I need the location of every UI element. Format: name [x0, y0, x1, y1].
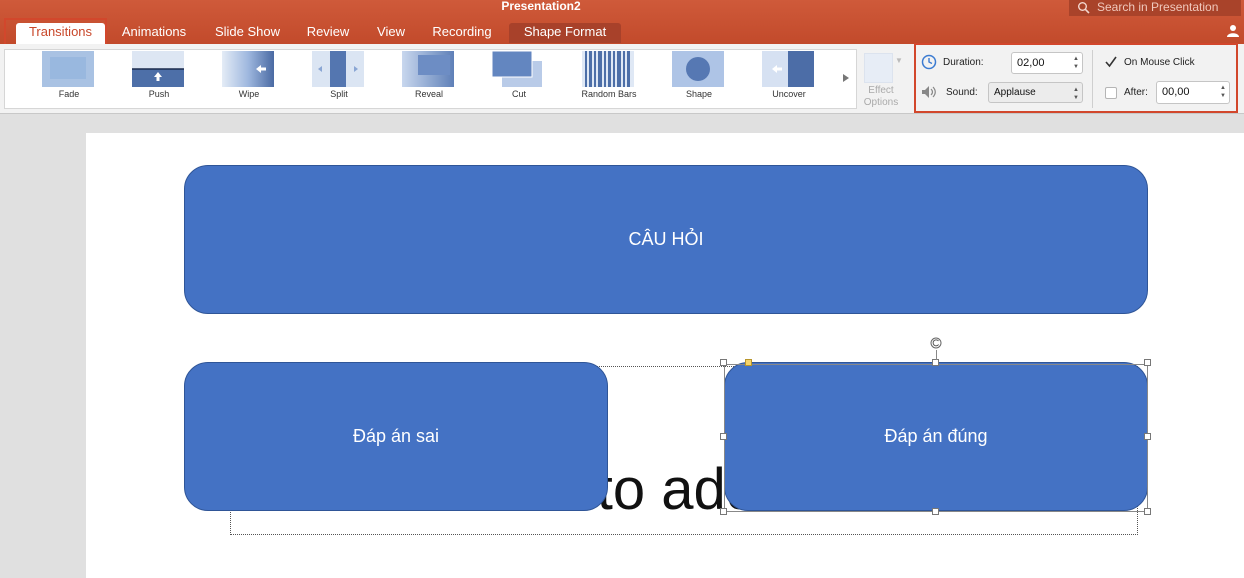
uncover-thumbnail [762, 51, 814, 87]
transition-label: Split [330, 89, 348, 99]
resize-handle[interactable] [1144, 508, 1151, 515]
tab-slide-show[interactable]: Slide Show [205, 23, 290, 43]
after-value: 00,00 [1162, 86, 1190, 98]
resize-handle[interactable] [1144, 359, 1151, 366]
on-mouse-click-label: On Mouse Click [1124, 57, 1195, 68]
transition-reveal[interactable]: Reveal [394, 51, 464, 107]
adjust-handle[interactable] [745, 359, 752, 366]
duration-label: Duration: [943, 57, 984, 68]
right-answer-text: Đáp án đúng [884, 426, 988, 446]
user-icon[interactable] [1227, 24, 1239, 38]
transition-random-bars[interactable]: Random Bars [574, 51, 644, 107]
wipe-thumbnail [222, 51, 274, 87]
wrong-answer-text: Đáp án sai [352, 426, 440, 446]
on-mouse-click-checkbox[interactable] [1104, 55, 1118, 69]
rotate-handle-stem [936, 350, 937, 360]
resize-handle[interactable] [720, 508, 727, 515]
sound-label: Sound: [946, 87, 978, 98]
transition-label: Uncover [772, 89, 806, 99]
effect-options-line2: Options [863, 97, 899, 108]
search-input[interactable]: Search in Presentation [1069, 0, 1241, 16]
resize-handle[interactable] [932, 359, 939, 366]
rotate-handle-icon[interactable] [929, 336, 943, 350]
transition-label: Fade [58, 89, 80, 99]
after-stepper-icon[interactable]: ▲ ▼ [1220, 84, 1226, 100]
transition-label: Push [148, 89, 170, 99]
resize-handle[interactable] [932, 508, 939, 515]
tab-review[interactable]: Review [298, 23, 358, 43]
tab-shape-format[interactable]: Shape Format [509, 23, 621, 43]
transition-shape[interactable]: Shape [664, 51, 734, 107]
after-checkbox[interactable] [1105, 87, 1117, 99]
sound-select[interactable]: Applause ▲ ▼ [988, 82, 1083, 103]
after-label: After: [1124, 87, 1148, 98]
effect-options-line1: Effect [868, 85, 894, 96]
split-thumbnail [312, 51, 364, 87]
transition-wipe[interactable]: Wipe [214, 51, 284, 107]
clock-icon [921, 54, 937, 70]
wrong-answer-shape[interactable]: Đáp án sai [184, 362, 608, 511]
transition-label: Random Bars [581, 89, 637, 99]
effect-options-button[interactable]: ▼ Effect Options [858, 50, 904, 110]
sound-value: Applause [994, 87, 1036, 98]
speaker-icon [920, 84, 938, 100]
reveal-thumbnail [402, 51, 454, 87]
transition-label: Cut [511, 89, 526, 99]
tab-animations[interactable]: Animations [114, 23, 194, 43]
resize-handle[interactable] [720, 359, 727, 366]
timing-divider [1092, 50, 1093, 108]
resize-handle[interactable] [1144, 433, 1151, 440]
transition-cut[interactable]: Cut [484, 50, 554, 107]
resize-handle[interactable] [720, 433, 727, 440]
tab-recording[interactable]: Recording [423, 23, 501, 43]
fade-thumbnail [42, 51, 94, 87]
transition-label: Wipe [238, 89, 260, 99]
transition-label: Reveal [414, 89, 443, 99]
duration-stepper-icon[interactable]: ▲ ▼ [1073, 55, 1079, 71]
effect-options-label: Effect Options [858, 85, 904, 109]
chevron-down-icon: ▼ [895, 56, 903, 65]
sound-chevron-icon: ▲ ▼ [1073, 87, 1079, 101]
shape-thumbnail [672, 51, 724, 87]
random-bars-thumbnail [582, 51, 634, 87]
transition-label: Shape [685, 89, 713, 99]
transition-split[interactable]: Split [304, 51, 374, 107]
question-shape[interactable]: CÂU HỎI [184, 165, 1148, 314]
gallery-scroll-right-icon[interactable] [841, 71, 851, 83]
question-text: CÂU HỎI [628, 229, 704, 249]
after-field[interactable]: 00,00 ▲ ▼ [1156, 81, 1230, 104]
search-icon [1077, 1, 1091, 15]
duration-value: 02,00 [1017, 57, 1045, 69]
tab-transitions[interactable]: Transitions [16, 23, 105, 44]
transition-fade[interactable]: Fade [34, 51, 104, 107]
search-placeholder: Search in Presentation [1097, 0, 1219, 14]
right-answer-shape[interactable]: Đáp án đúng [724, 362, 1148, 511]
tab-view[interactable]: View [367, 23, 415, 43]
transition-push[interactable]: Push [124, 51, 194, 107]
transition-uncover[interactable]: Uncover [754, 51, 824, 107]
duration-field[interactable]: 02,00 ▲ ▼ [1011, 52, 1083, 74]
cut-thumbnail [491, 50, 544, 87]
push-thumbnail [132, 51, 184, 87]
effect-options-icon [864, 53, 893, 83]
window-title: Presentation2 [501, 0, 581, 13]
